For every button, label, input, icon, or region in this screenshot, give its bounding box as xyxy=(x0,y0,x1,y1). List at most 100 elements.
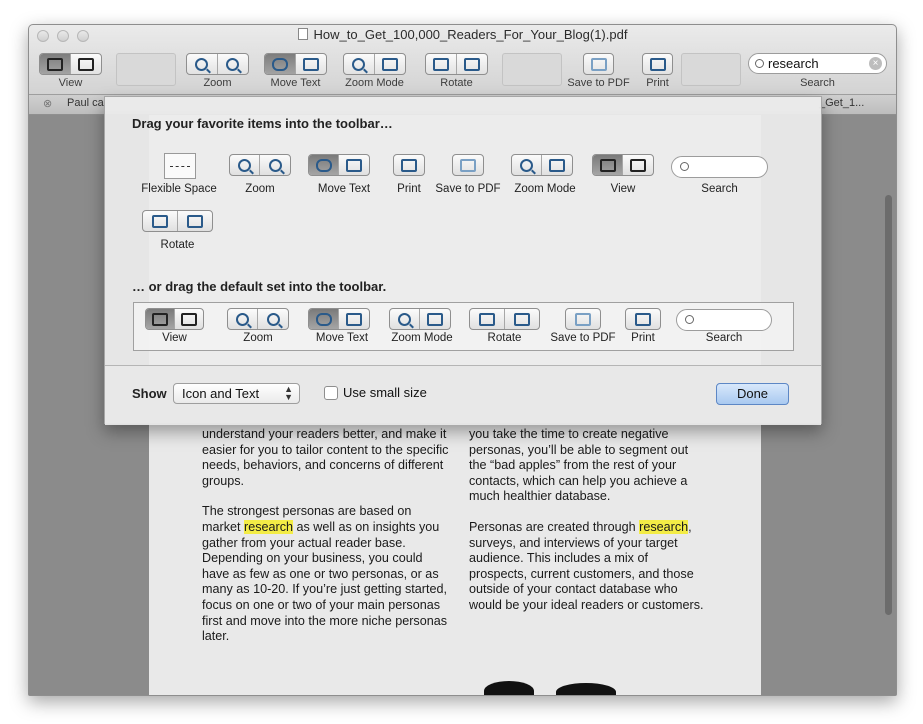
text-span: Personas are created through xyxy=(469,519,640,534)
close-tab-icon[interactable]: ⊗ xyxy=(43,97,52,110)
magnifier-minus-icon xyxy=(195,57,209,71)
text-select-icon xyxy=(302,57,319,71)
toolbar-move-text-control[interactable] xyxy=(264,53,327,75)
rotate-right-icon xyxy=(505,309,540,329)
zoom-in-icon xyxy=(258,309,288,329)
search-highlight: research xyxy=(639,519,689,534)
pdf-document-icon xyxy=(297,28,308,40)
rotate-right-icon[interactable] xyxy=(457,54,487,74)
zoom-mode-fit-icon xyxy=(420,309,450,329)
rotate-cw-icon xyxy=(513,312,530,326)
page-icon xyxy=(599,158,616,172)
toolbar-print-button[interactable] xyxy=(642,53,673,75)
printer-shape-icon xyxy=(635,312,651,326)
palette-label-move-text: Move Text xyxy=(317,183,371,195)
flexible-space-item[interactable] xyxy=(164,153,196,179)
default-save-to-pdf-item xyxy=(565,308,601,330)
vertical-scrollbar[interactable] xyxy=(885,195,892,615)
text-tool-icon[interactable] xyxy=(296,54,326,74)
palette-print-item[interactable] xyxy=(393,154,425,176)
window-title-text: How_to_Get_100,000_Readers_For_Your_Blog… xyxy=(313,27,628,42)
sheet-footer: Show Icon and Text ▲ ▼ Use small size Don… xyxy=(105,365,821,425)
default-zoom-mode-item xyxy=(389,308,451,330)
illustration-shape xyxy=(556,683,616,695)
palette-save-to-pdf-item[interactable] xyxy=(452,154,484,176)
magnifier-icon xyxy=(520,158,533,172)
rotate-ccw-icon xyxy=(478,312,495,326)
default-move-text-item xyxy=(308,308,370,330)
zoom-mode-magnify-icon[interactable] xyxy=(344,54,375,74)
sidebar-icon xyxy=(77,57,94,71)
toolbar-search-field[interactable]: research × xyxy=(748,53,887,74)
rotate-left-icon[interactable] xyxy=(426,54,457,74)
palette-search-item[interactable] xyxy=(671,156,768,178)
palette-label-zoom: Zoom xyxy=(245,183,275,195)
magnifier-icon xyxy=(398,312,411,326)
default-label-move-text: Move Text xyxy=(315,332,369,344)
show-select[interactable]: Icon and Text ▲ ▼ xyxy=(173,383,300,404)
text-tool-icon xyxy=(339,155,369,175)
palette-rotate-item[interactable] xyxy=(142,210,213,232)
palette-label-save-to-pdf: Save to PDF xyxy=(435,183,501,195)
toolbar-zoom-control[interactable] xyxy=(186,53,249,75)
text-span: as well as on insights you gather from y… xyxy=(202,519,448,644)
toolbar-empty-slot xyxy=(116,53,176,86)
search-value[interactable]: research xyxy=(768,56,819,71)
printer-icon xyxy=(626,309,660,329)
rotate-ccw-icon xyxy=(432,57,449,71)
magnifier-plus-icon xyxy=(266,312,280,326)
done-button[interactable]: Done xyxy=(716,383,789,405)
left-column: understand your readers better, and make… xyxy=(202,427,452,660)
palette-label-flexible-space: Flexible Space xyxy=(141,183,217,195)
default-label-print: Print xyxy=(631,332,655,344)
right-paragraph-1: you take the time to create negative per… xyxy=(469,427,689,504)
pdf-icon xyxy=(584,54,613,74)
use-small-size-checkbox[interactable] xyxy=(324,386,338,400)
view-single-icon xyxy=(593,155,623,175)
toolbar-empty-slot xyxy=(502,53,562,86)
toolbar-rotate-control[interactable] xyxy=(425,53,488,75)
printer-shape-icon xyxy=(649,57,666,71)
magnifier-minus-icon xyxy=(236,312,249,326)
search-icon xyxy=(680,162,689,171)
magnifier-icon xyxy=(352,57,366,71)
fit-page-icon xyxy=(549,158,565,172)
view-sidebar-icon[interactable] xyxy=(71,54,101,74)
sidebar-icon xyxy=(630,158,646,172)
sidebar-icon xyxy=(180,312,197,326)
view-single-icon[interactable] xyxy=(40,54,71,74)
palette-zoom-mode-item[interactable] xyxy=(511,154,573,176)
zoom-out-icon[interactable] xyxy=(187,54,218,74)
default-label-search: Search xyxy=(705,332,743,344)
palette-label-view: View xyxy=(610,183,636,195)
default-toolbar-set[interactable]: View Zoom Move Text Zoom Mode Rotate Sav… xyxy=(133,302,794,351)
left-paragraph-2: The strongest personas are based on mark… xyxy=(202,504,452,644)
zoom-in-icon[interactable] xyxy=(218,54,248,74)
tab-left[interactable]: Paul ca xyxy=(67,97,104,109)
text-select-icon xyxy=(346,158,362,172)
toolbar-zoom-mode-control[interactable] xyxy=(343,53,406,75)
magnifier-plus-icon xyxy=(226,57,240,71)
zoom-mode-fit-icon[interactable] xyxy=(375,54,405,74)
toolbar-view-control[interactable] xyxy=(39,53,102,75)
text-select-icon xyxy=(346,312,362,326)
rotate-right-icon xyxy=(178,211,213,231)
palette-label-zoom-mode: Zoom Mode xyxy=(514,183,576,195)
hand-icon xyxy=(271,57,288,71)
customize-toolbar-sheet: Drag your favorite items into the toolba… xyxy=(104,96,822,425)
hand-tool-icon[interactable] xyxy=(265,54,296,74)
palette-move-text-item[interactable] xyxy=(308,154,370,176)
hand-tool-icon xyxy=(309,309,339,329)
clear-search-icon[interactable]: × xyxy=(869,57,882,70)
tab-right[interactable]: _Get_1... xyxy=(819,97,864,109)
zoom-mode-magnify-icon xyxy=(512,155,542,175)
zoom-out-icon xyxy=(230,155,260,175)
toolbar-save-to-pdf-button[interactable] xyxy=(583,53,614,75)
search-icon xyxy=(755,59,764,68)
palette-view-item[interactable] xyxy=(592,154,654,176)
palette-zoom-item[interactable] xyxy=(229,154,291,176)
use-small-size-label[interactable]: Use small size xyxy=(343,385,427,400)
printer-icon xyxy=(643,54,672,74)
toolbar-label-save-to-pdf: Save to PDF xyxy=(567,77,630,89)
zoom-out-icon xyxy=(228,309,258,329)
